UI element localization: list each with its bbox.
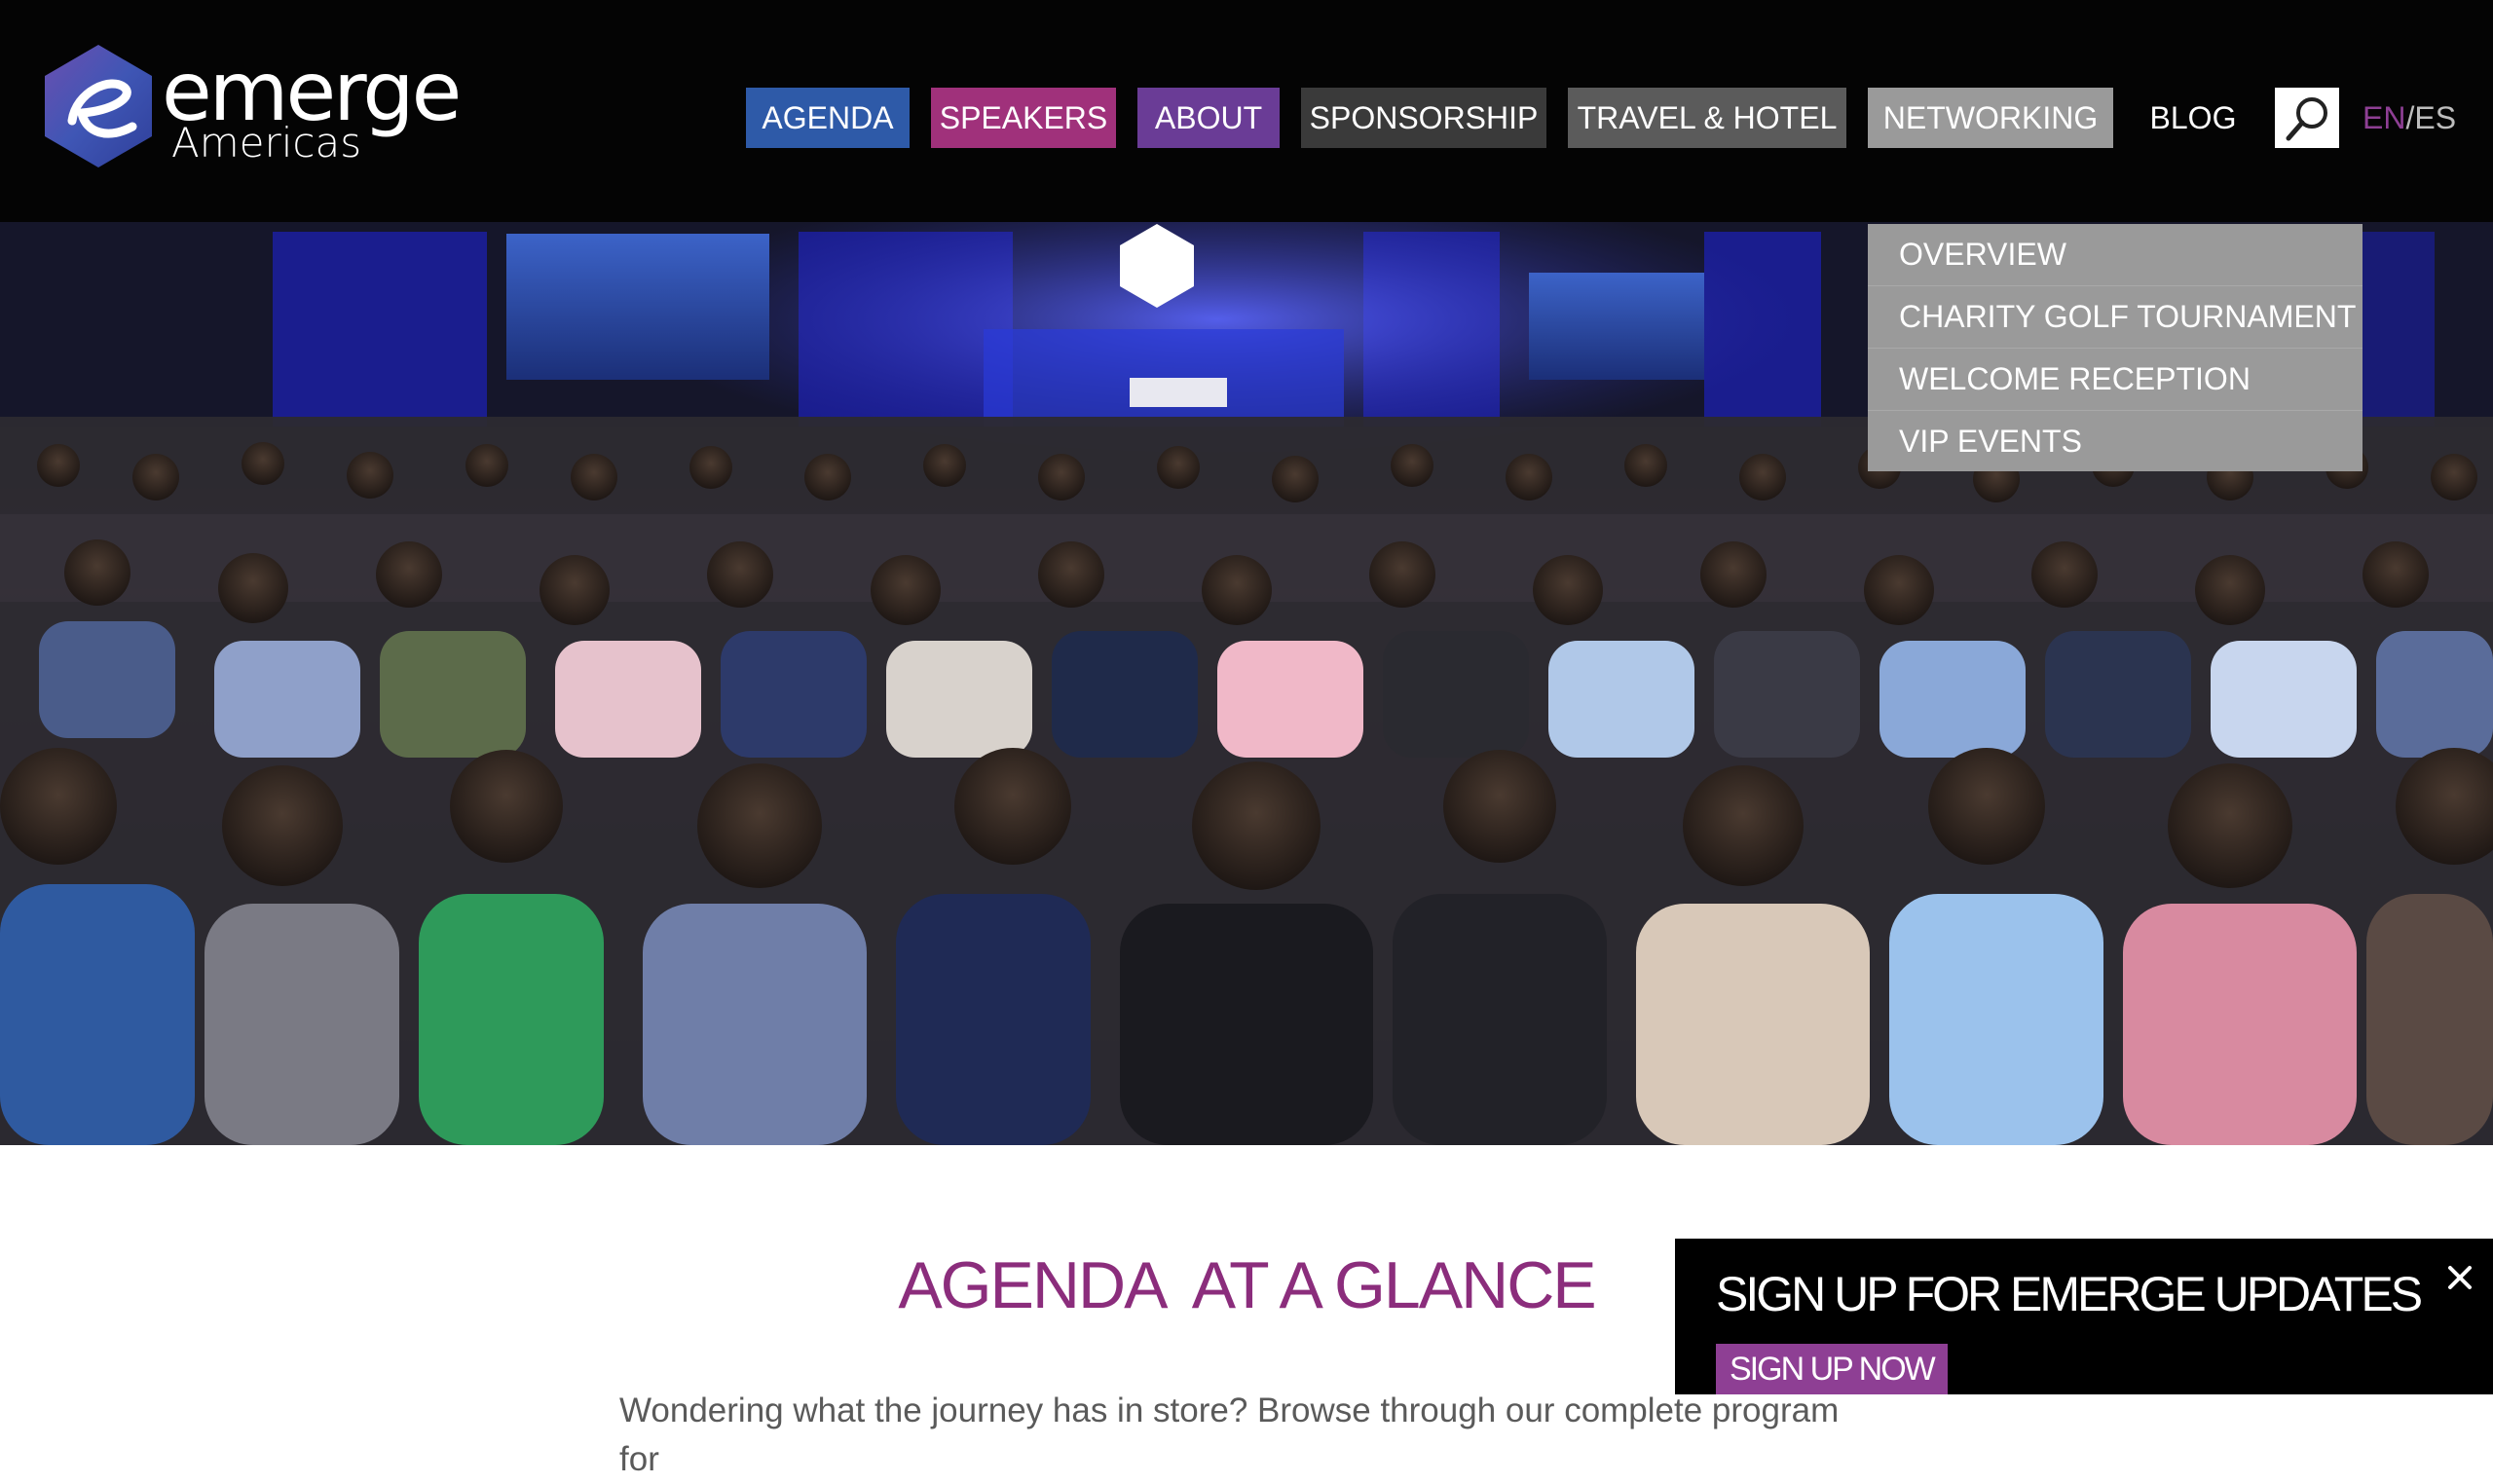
dropdown-item-charity-golf-tournament[interactable]: CHARITY GOLF TOURNAMENT: [1868, 286, 2363, 349]
signup-title: SIGN UP FOR EMERGE UPDATES: [1716, 1267, 2423, 1321]
dropdown-item-welcome-reception[interactable]: WELCOME RECEPTION: [1868, 349, 2363, 411]
nav-travel-hotel[interactable]: TRAVEL & HOTEL: [1568, 88, 1846, 148]
networking-dropdown-menu: OVERVIEW CHARITY GOLF TOURNAMENT WELCOME…: [1868, 224, 2363, 471]
nav-networking[interactable]: NETWORKING: [1868, 88, 2113, 148]
nav-speakers[interactable]: SPEAKERS: [931, 88, 1116, 148]
nav-agenda[interactable]: AGENDA: [746, 88, 910, 148]
logo-subtitle: Americas: [171, 119, 362, 167]
search-icon: [2286, 97, 2327, 141]
logo-hexagon-icon: [45, 45, 152, 167]
site-header: emerge Americas AGENDA SPEAKERS ABOUT SP…: [0, 0, 2493, 222]
lang-es-link[interactable]: ES: [2414, 100, 2456, 135]
emerge-americas-logo[interactable]: emerge Americas: [43, 43, 462, 171]
close-icon[interactable]: [2440, 1258, 2479, 1297]
lang-separator: /: [2405, 100, 2415, 135]
nav-blog[interactable]: BLOG: [2135, 88, 2251, 148]
search-button[interactable]: [2275, 88, 2339, 148]
lang-en-link[interactable]: EN: [2363, 100, 2405, 135]
language-switcher: EN/ES: [2363, 88, 2456, 148]
intro-paragraph: Wondering what the journey has in store?…: [619, 1391, 1840, 1478]
nav-about[interactable]: ABOUT: [1137, 88, 1280, 148]
signup-popup: SIGN UP FOR EMERGE UPDATES SIGN UP NOW: [1675, 1239, 2493, 1394]
dropdown-item-overview[interactable]: OVERVIEW: [1868, 224, 2363, 286]
nav-sponsorship[interactable]: SPONSORSHIP: [1301, 88, 1546, 148]
signup-now-button[interactable]: SIGN UP NOW: [1716, 1344, 1948, 1394]
dropdown-item-vip-events[interactable]: VIP EVENTS: [1868, 411, 2363, 472]
